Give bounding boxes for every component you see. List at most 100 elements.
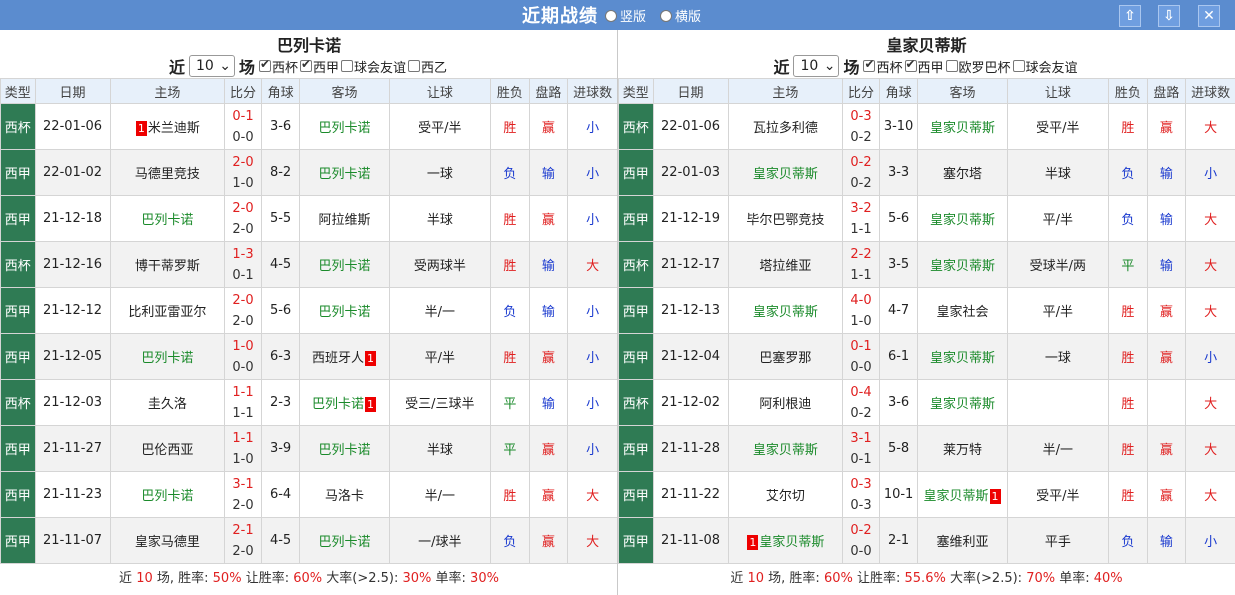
home-team[interactable]: 博干蒂罗斯 [109,241,226,288]
match-count-select[interactable]: 10 ⌄ [188,55,235,77]
home-team-name[interactable]: 塔拉维亚 [759,259,811,274]
score-cell[interactable]: 1-3 0-1 [224,241,262,288]
away-team-name[interactable]: 巴列卡诺 [318,121,370,136]
competition-type[interactable]: 西杯 [618,103,654,150]
score-cell[interactable]: 1-1 1-0 [224,425,262,472]
home-team-name[interactable]: 皇家贝蒂斯 [753,167,818,182]
checkbox-icon[interactable] [341,60,354,72]
away-team-name[interactable]: 皇家贝蒂斯 [930,397,995,412]
home-team[interactable]: 皇家贝蒂斯 [727,287,844,334]
move-up-button[interactable]: ⇧ [1119,5,1141,27]
away-team[interactable]: 皇家贝蒂斯 [917,195,1008,242]
full-time-score[interactable]: 2-0 [225,290,261,311]
layout-option-horizontal[interactable]: 横版 [660,6,701,25]
home-team-name[interactable]: 皇家贝蒂斯 [759,535,824,550]
full-time-score[interactable]: 0-2 [843,152,879,173]
competition-filter[interactable]: 西甲 [904,57,944,76]
competition-type[interactable]: 西甲 [618,333,654,380]
away-team-name[interactable]: 皇家社会 [936,305,988,320]
competition-type[interactable]: 西杯 [0,241,36,288]
competition-type[interactable]: 西甲 [0,425,36,472]
home-team[interactable]: 1 皇家贝蒂斯 [727,517,844,564]
score-cell[interactable]: 0-2 0-2 [842,149,880,196]
home-team-name[interactable]: 毕尔巴鄂竞技 [746,213,824,228]
home-team-name[interactable]: 比利亚雷亚尔 [128,305,206,320]
away-team[interactable]: 巴列卡诺 [299,517,390,564]
score-cell[interactable]: 3-1 2-0 [224,471,262,518]
checkbox-icon[interactable] [408,60,421,72]
full-time-score[interactable]: 0-3 [843,474,879,495]
full-time-score[interactable]: 0-2 [843,520,879,541]
home-team-name[interactable]: 米兰迪斯 [148,121,200,136]
home-team-name[interactable]: 皇家贝蒂斯 [753,443,818,458]
competition-filter[interactable]: 球会友谊 [341,57,406,76]
away-team-name[interactable]: 塞尔塔 [943,167,982,182]
close-button[interactable]: ✕ [1198,5,1220,27]
home-team-name[interactable]: 巴列卡诺 [141,489,193,504]
score-cell[interactable]: 3-2 1-1 [842,195,880,242]
full-time-score[interactable]: 3-1 [225,474,261,495]
home-team-name[interactable]: 巴列卡诺 [141,213,193,228]
full-time-score[interactable]: 3-2 [843,198,879,219]
away-team[interactable]: 巴列卡诺 [299,287,390,334]
full-time-score[interactable]: 0-4 [843,382,879,403]
competition-filter[interactable]: 西杯 [258,57,298,76]
home-team-name[interactable]: 阿利根迪 [759,397,811,412]
competition-type[interactable]: 西甲 [618,425,654,472]
away-team-name[interactable]: 皇家贝蒂斯 [930,259,995,274]
away-team[interactable]: 塞维利亚 [917,517,1008,564]
away-team-name[interactable]: 巴列卡诺 [318,167,370,182]
layout-option-vertical[interactable]: 竖版 [605,6,646,25]
away-team-name[interactable]: 皇家贝蒂斯 [930,213,995,228]
home-team[interactable]: 瓦拉多利德 [727,103,844,150]
competition-type[interactable]: 西甲 [0,149,36,196]
score-cell[interactable]: 1-1 1-1 [224,379,262,426]
away-team-name[interactable]: 皇家贝蒂斯 [930,351,995,366]
full-time-score[interactable]: 1-3 [225,244,261,265]
away-team-name[interactable]: 巴列卡诺 [318,305,370,320]
away-team-name[interactable]: 巴列卡诺 [312,397,364,412]
away-team-name[interactable]: 巴列卡诺 [318,535,370,550]
score-cell[interactable]: 2-1 2-0 [224,517,262,564]
away-team[interactable]: 皇家贝蒂斯 [917,333,1008,380]
checkbox-icon[interactable] [945,60,958,72]
away-team[interactable]: 皇家社会 [917,287,1008,334]
home-team[interactable]: 巴列卡诺 [109,333,226,380]
competition-type[interactable]: 西甲 [0,517,36,564]
away-team[interactable]: 阿拉维斯 [299,195,390,242]
away-team-name[interactable]: 阿拉维斯 [318,213,370,228]
home-team[interactable]: 马德里竞技 [109,149,226,196]
away-team-name[interactable]: 西班牙人 [312,351,364,366]
score-cell[interactable]: 0-1 0-0 [842,333,880,380]
competition-type[interactable]: 西甲 [0,333,36,380]
full-time-score[interactable]: 0-1 [843,336,879,357]
radio-icon[interactable] [660,9,672,22]
home-team[interactable]: 皇家马德里 [109,517,226,564]
competition-type[interactable]: 西杯 [618,379,654,426]
away-team[interactable]: 马洛卡 [299,471,390,518]
home-team[interactable]: 1 米兰迪斯 [109,103,226,150]
home-team-name[interactable]: 艾尔切 [766,489,805,504]
score-cell[interactable]: 3-1 0-1 [842,425,880,472]
home-team[interactable]: 毕尔巴鄂竞技 [727,195,844,242]
checkbox-icon[interactable] [904,57,917,72]
away-team[interactable]: 皇家贝蒂斯 1 [917,471,1008,518]
home-team-name[interactable]: 皇家马德里 [135,535,200,550]
move-down-button[interactable]: ⇩ [1158,5,1180,27]
checkbox-icon[interactable] [863,57,876,72]
score-cell[interactable]: 0-1 0-0 [224,103,262,150]
score-cell[interactable]: 2-0 2-0 [224,195,262,242]
score-cell[interactable]: 2-0 2-0 [224,287,262,334]
competition-type[interactable]: 西甲 [0,287,36,334]
competition-type[interactable]: 西甲 [0,195,36,242]
away-team-name[interactable]: 马洛卡 [325,489,364,504]
home-team-name[interactable]: 博干蒂罗斯 [135,259,200,274]
home-team[interactable]: 皇家贝蒂斯 [727,425,844,472]
score-cell[interactable]: 0-4 0-2 [842,379,880,426]
competition-filter[interactable]: 西杯 [863,57,903,76]
checkbox-icon[interactable] [258,57,271,72]
competition-type[interactable]: 西杯 [0,379,36,426]
home-team-name[interactable]: 巴伦西亚 [141,443,193,458]
home-team-name[interactable]: 巴列卡诺 [141,351,193,366]
full-time-score[interactable]: 1-0 [225,336,261,357]
